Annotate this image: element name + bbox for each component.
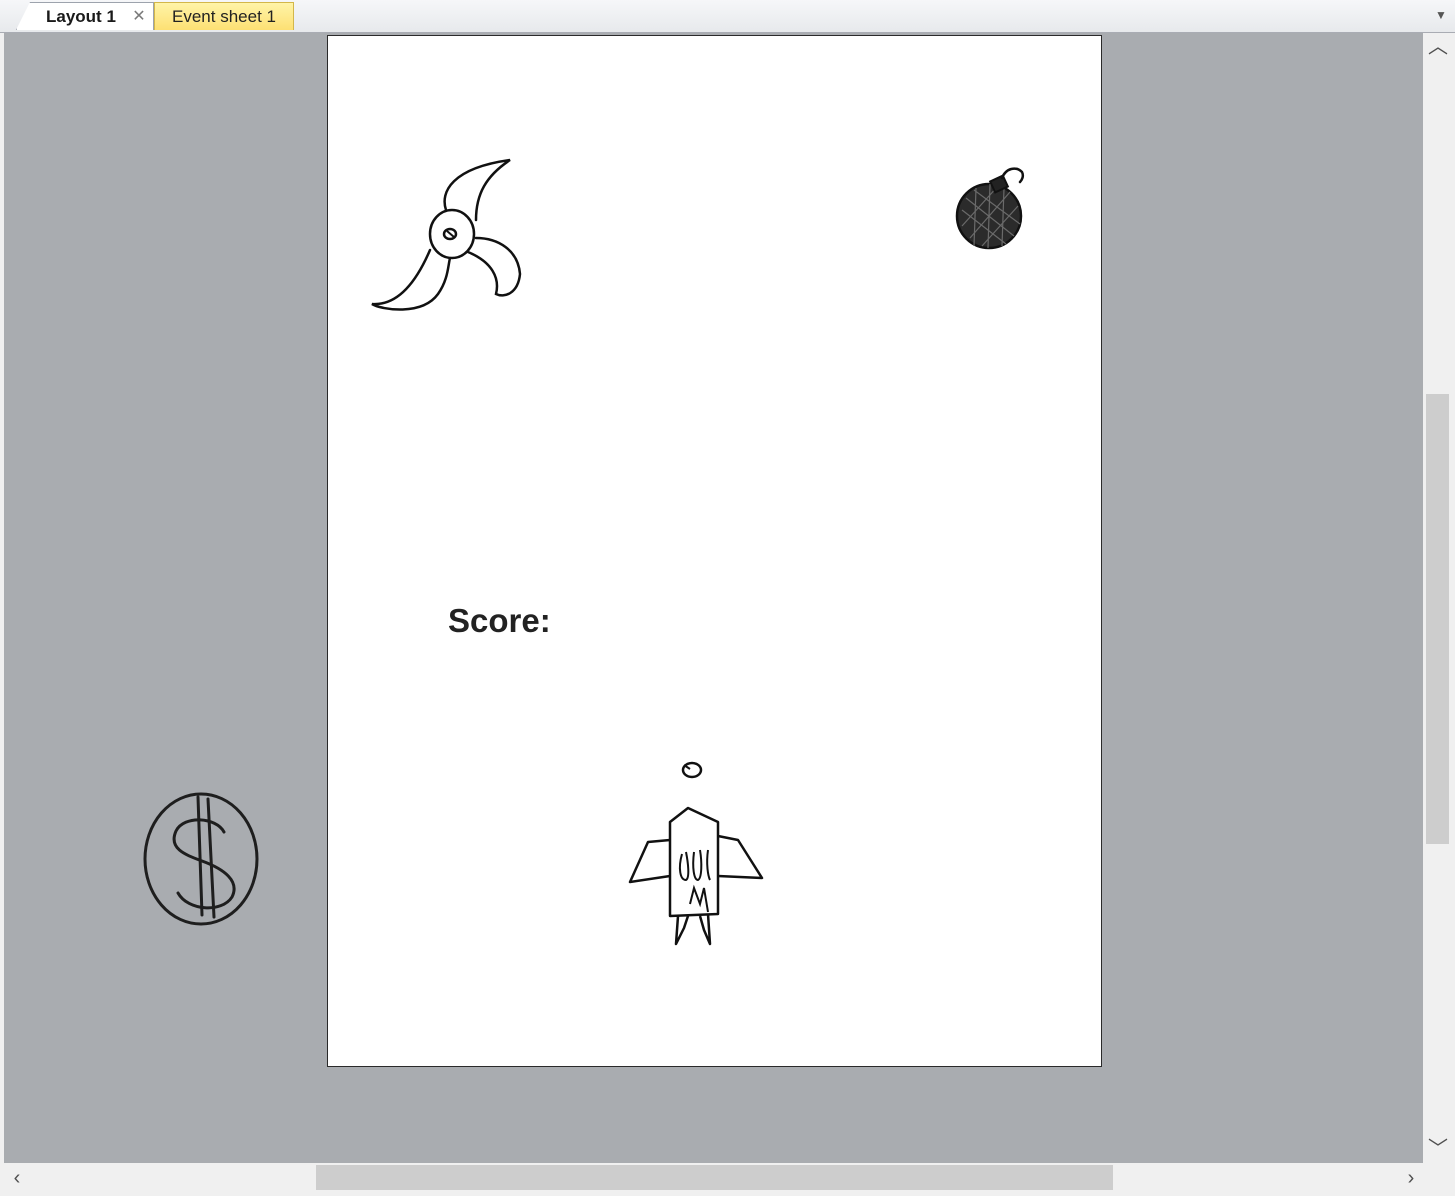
dollar-coin-icon[interactable]: [142, 789, 262, 929]
chevron-down-icon[interactable]: ▼: [1432, 6, 1450, 24]
score-text[interactable]: Score:: [448, 602, 551, 640]
rocket-icon[interactable]: [628, 804, 764, 948]
shuriken-icon[interactable]: [368, 154, 533, 314]
horizontal-scrollbar[interactable]: ‹ ›: [4, 1163, 1423, 1193]
horizontal-scrollbar-thumb[interactable]: [316, 1165, 1113, 1190]
vertical-scrollbar[interactable]: ︿ ﹀: [1423, 33, 1455, 1163]
layout-canvas[interactable]: Score:: [327, 35, 1102, 1067]
bomb-icon[interactable]: [952, 166, 1034, 256]
vertical-scrollbar-thumb[interactable]: [1426, 394, 1449, 844]
tab-event-sheet-1[interactable]: Event sheet 1: [154, 2, 294, 30]
chevron-down-icon[interactable]: ﹀: [1427, 1139, 1449, 1159]
layout-editor-window: Layout 1 ✕ Event sheet 1 ▼ Score: ︿ ﹀ ‹ …: [0, 0, 1455, 1196]
tab-label: Layout 1: [46, 7, 116, 26]
tab-layout-1[interactable]: Layout 1 ✕: [16, 2, 154, 30]
close-icon[interactable]: ✕: [130, 3, 148, 30]
bullet-icon[interactable]: [680, 760, 704, 780]
tab-label: Event sheet 1: [172, 7, 276, 26]
chevron-right-icon[interactable]: ›: [1400, 1168, 1422, 1188]
chevron-left-icon[interactable]: ‹: [6, 1168, 28, 1188]
layout-viewport[interactable]: Score:: [4, 33, 1423, 1163]
tab-strip: Layout 1 ✕ Event sheet 1 ▼: [0, 0, 1455, 33]
chevron-up-icon[interactable]: ︿: [1427, 37, 1449, 57]
scrollbar-corner: [1423, 1163, 1455, 1196]
